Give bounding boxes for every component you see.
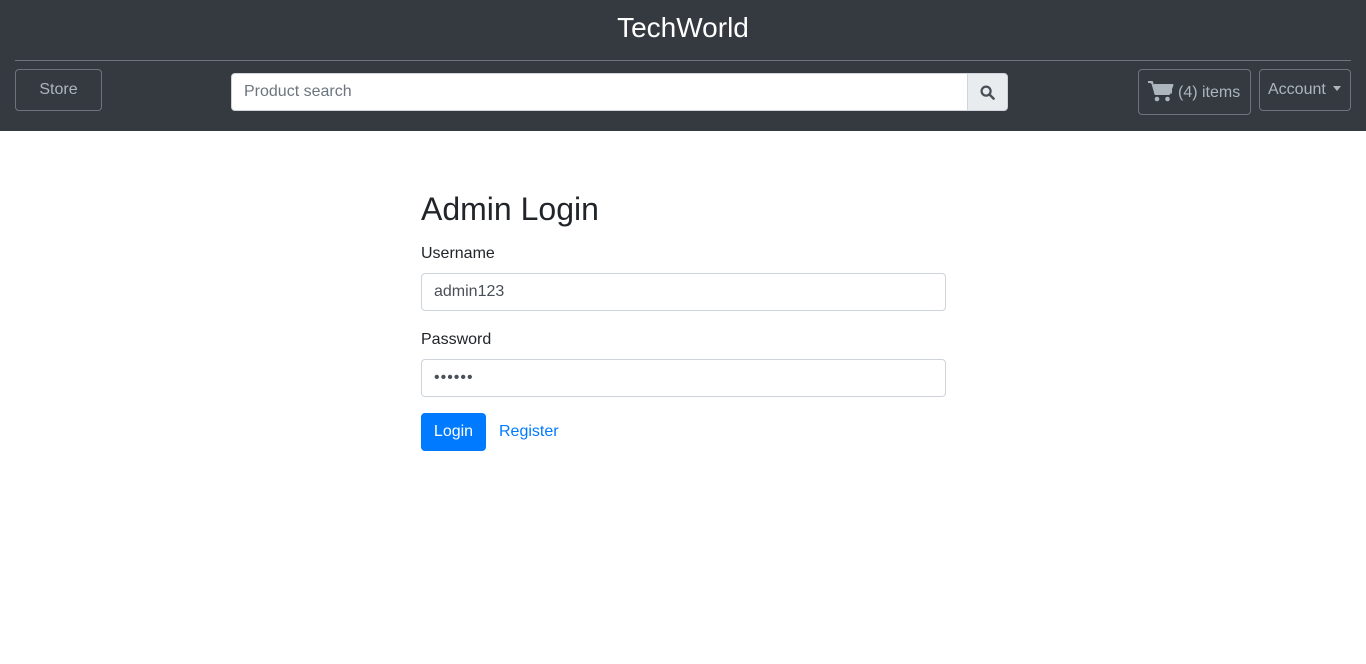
cart-button[interactable]: (4) items <box>1138 69 1251 115</box>
shopping-cart-icon <box>1147 79 1175 103</box>
login-button[interactable]: Login <box>421 413 486 451</box>
password-field[interactable] <box>421 359 946 397</box>
brand-title[interactable]: TechWorld <box>0 0 1366 58</box>
password-label: Password <box>421 331 492 348</box>
navbar-divider <box>15 60 1351 61</box>
search-input[interactable] <box>231 73 967 111</box>
account-dropdown[interactable]: Account <box>1259 69 1351 111</box>
store-button[interactable]: Store <box>15 69 102 111</box>
caret-down-icon <box>1332 86 1341 91</box>
username-label: Username <box>421 245 495 262</box>
search-button[interactable] <box>967 73 1008 111</box>
search-bar <box>231 73 1008 111</box>
login-form: Admin Login Username Password Login Regi… <box>421 188 946 451</box>
username-field[interactable] <box>421 273 946 311</box>
page-title: Admin Login <box>421 191 599 227</box>
cart-items-label: (4) items <box>1178 84 1241 101</box>
search-icon <box>980 84 995 100</box>
register-link[interactable]: Register <box>499 413 559 451</box>
account-label: Account <box>1268 81 1326 98</box>
navbar: TechWorld Store (4) items Account <box>0 0 1366 131</box>
